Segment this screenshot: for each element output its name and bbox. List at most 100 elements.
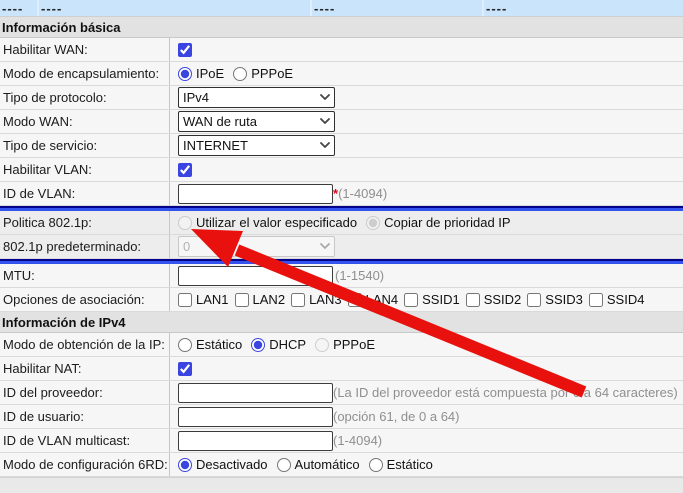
politica-8021p-label: Politica 802.1p: xyxy=(0,211,170,234)
radio-pppoe-ip: PPPoE xyxy=(315,337,375,352)
lan1-label: LAN1 xyxy=(196,292,229,307)
ssid4-label: SSID4 xyxy=(607,292,645,307)
estatico-6rd-radio[interactable] xyxy=(369,458,383,472)
table-header-row: ---- ---- ---- ---- xyxy=(0,0,683,17)
pppoe-ip-radio-label: PPPoE xyxy=(333,337,375,352)
8021p-predeterminado-label: 802.1p predeterminado: xyxy=(0,235,170,258)
8021p-predeterminado-select: 0 xyxy=(178,236,335,257)
lan4-checkbox[interactable] xyxy=(348,293,362,307)
habilitar-nat-label: Habilitar NAT: xyxy=(0,357,170,380)
estatico-ip-radio[interactable] xyxy=(178,338,192,352)
checkbox-lan4[interactable]: LAN4 xyxy=(348,292,399,307)
lan1-checkbox[interactable] xyxy=(178,293,192,307)
id-vlan-input[interactable] xyxy=(178,184,333,204)
modo-6rd-label: Modo de configuración 6RD: xyxy=(0,453,170,476)
mtu-label: MTU: xyxy=(0,264,170,287)
desactivado-6rd-radio-label: Desactivado xyxy=(196,457,268,472)
radio-pppoe-encap[interactable]: PPPoE xyxy=(233,66,293,81)
table-header-cell: ---- xyxy=(484,0,683,16)
id-vlan-multicast-input[interactable] xyxy=(178,431,333,451)
mtu-input[interactable] xyxy=(178,266,333,286)
tipo-protocolo-label: Tipo de protocolo: xyxy=(0,86,170,109)
desactivado-6rd-radio[interactable] xyxy=(178,458,192,472)
ssid1-checkbox[interactable] xyxy=(404,293,418,307)
row-modo-wan: Modo WAN: WAN de ruta xyxy=(0,110,683,134)
tipo-protocolo-select[interactable]: IPv4 xyxy=(178,87,335,108)
ssid3-checkbox[interactable] xyxy=(527,293,541,307)
id-proveedor-label: ID del proveedor: xyxy=(0,381,170,404)
utilizar-valor-radio xyxy=(178,216,192,230)
copiar-prioridad-radio xyxy=(366,216,380,230)
automatico-6rd-radio[interactable] xyxy=(277,458,291,472)
row-habilitar-vlan: Habilitar VLAN: xyxy=(0,158,683,182)
radio-ipoe[interactable]: IPoE xyxy=(178,66,224,81)
radio-estatico-6rd[interactable]: Estático xyxy=(369,457,433,472)
row-habilitar-nat: Habilitar NAT: xyxy=(0,357,683,381)
row-8021p-predeterminado: 802.1p predeterminado: 0 xyxy=(0,235,683,259)
checkbox-ssid4[interactable]: SSID4 xyxy=(589,292,645,307)
table-header-cell: ---- xyxy=(39,0,312,16)
footer-strip xyxy=(0,477,683,493)
id-usuario-input[interactable] xyxy=(178,407,333,427)
radio-dhcp[interactable]: DHCP xyxy=(251,337,306,352)
checkbox-lan1[interactable]: LAN1 xyxy=(178,292,229,307)
estatico-ip-radio-label: Estático xyxy=(196,337,242,352)
row-modo-encapsulamiento: Modo de encapsulamiento: IPoE PPPoE xyxy=(0,62,683,86)
modo-wan-select[interactable]: WAN de ruta xyxy=(178,111,335,132)
id-proveedor-hint: (La ID del proveedor está compuesta por … xyxy=(333,385,678,400)
id-vlan-hint: (1-4094) xyxy=(338,186,387,201)
lan3-checkbox[interactable] xyxy=(291,293,305,307)
dhcp-radio[interactable] xyxy=(251,338,265,352)
row-opciones-asociacion: Opciones de asociación: LAN1 LAN2 LAN3 L… xyxy=(0,288,683,312)
pppoe-encap-radio[interactable] xyxy=(233,67,247,81)
row-politica-8021p: Politica 802.1p: Utilizar el valor espec… xyxy=(0,211,683,235)
ipoe-radio[interactable] xyxy=(178,67,192,81)
ssid1-label: SSID1 xyxy=(422,292,460,307)
habilitar-wan-checkbox[interactable] xyxy=(178,43,192,57)
checkbox-ssid1[interactable]: SSID1 xyxy=(404,292,460,307)
section-header-ipv4-info: Información de IPv4 xyxy=(0,312,683,333)
id-vlan-multicast-label: ID de VLAN multicast: xyxy=(0,429,170,452)
utilizar-valor-radio-label: Utilizar el valor especificado xyxy=(196,215,357,230)
radio-desactivado-6rd[interactable]: Desactivado xyxy=(178,457,268,472)
row-id-vlan-multicast: ID de VLAN multicast: (1-4094) xyxy=(0,429,683,453)
pppoe-ip-radio xyxy=(315,338,329,352)
id-vlan-label: ID de VLAN: xyxy=(0,182,170,205)
row-tipo-servicio: Tipo de servicio: INTERNET xyxy=(0,134,683,158)
lan2-checkbox[interactable] xyxy=(235,293,249,307)
checkbox-ssid2[interactable]: SSID2 xyxy=(466,292,522,307)
dhcp-radio-label: DHCP xyxy=(269,337,306,352)
radio-estatico-ip[interactable]: Estático xyxy=(178,337,242,352)
habilitar-vlan-checkbox[interactable] xyxy=(178,163,192,177)
ssid2-checkbox[interactable] xyxy=(466,293,480,307)
tipo-servicio-label: Tipo de servicio: xyxy=(0,134,170,157)
lan2-label: LAN2 xyxy=(253,292,286,307)
checkbox-lan2[interactable]: LAN2 xyxy=(235,292,286,307)
radio-automatico-6rd[interactable]: Automático xyxy=(277,457,360,472)
id-usuario-label: ID de usuario: xyxy=(0,405,170,428)
radio-copiar-prioridad: Copiar de prioridad IP xyxy=(366,215,510,230)
row-id-vlan: ID de VLAN: *(1-4094) xyxy=(0,182,683,206)
row-mtu: MTU: (1-1540) xyxy=(0,264,683,288)
tipo-servicio-select[interactable]: INTERNET xyxy=(178,135,335,156)
row-modo-obtencion-ip: Modo de obtención de la IP: Estático DHC… xyxy=(0,333,683,357)
table-header-cell: ---- xyxy=(0,0,39,16)
radio-utilizar-valor: Utilizar el valor especificado xyxy=(178,215,357,230)
ssid2-label: SSID2 xyxy=(484,292,522,307)
ssid3-label: SSID3 xyxy=(545,292,583,307)
habilitar-vlan-label: Habilitar VLAN: xyxy=(0,158,170,181)
id-proveedor-input[interactable] xyxy=(178,383,333,403)
row-id-usuario: ID de usuario: (opción 61, de 0 a 64) xyxy=(0,405,683,429)
mtu-hint: (1-1540) xyxy=(335,268,384,283)
opciones-asociacion-label: Opciones de asociación: xyxy=(0,288,170,311)
checkbox-lan3[interactable]: LAN3 xyxy=(291,292,342,307)
habilitar-nat-checkbox[interactable] xyxy=(178,362,192,376)
lan3-label: LAN3 xyxy=(309,292,342,307)
modo-wan-label: Modo WAN: xyxy=(0,110,170,133)
checkbox-ssid3[interactable]: SSID3 xyxy=(527,292,583,307)
id-usuario-hint: (opción 61, de 0 a 64) xyxy=(333,409,459,424)
ssid4-checkbox[interactable] xyxy=(589,293,603,307)
wan-settings-page: ---- ---- ---- ---- Información básica H… xyxy=(0,0,683,493)
estatico-6rd-radio-label: Estático xyxy=(387,457,433,472)
ipoe-radio-label: IPoE xyxy=(196,66,224,81)
